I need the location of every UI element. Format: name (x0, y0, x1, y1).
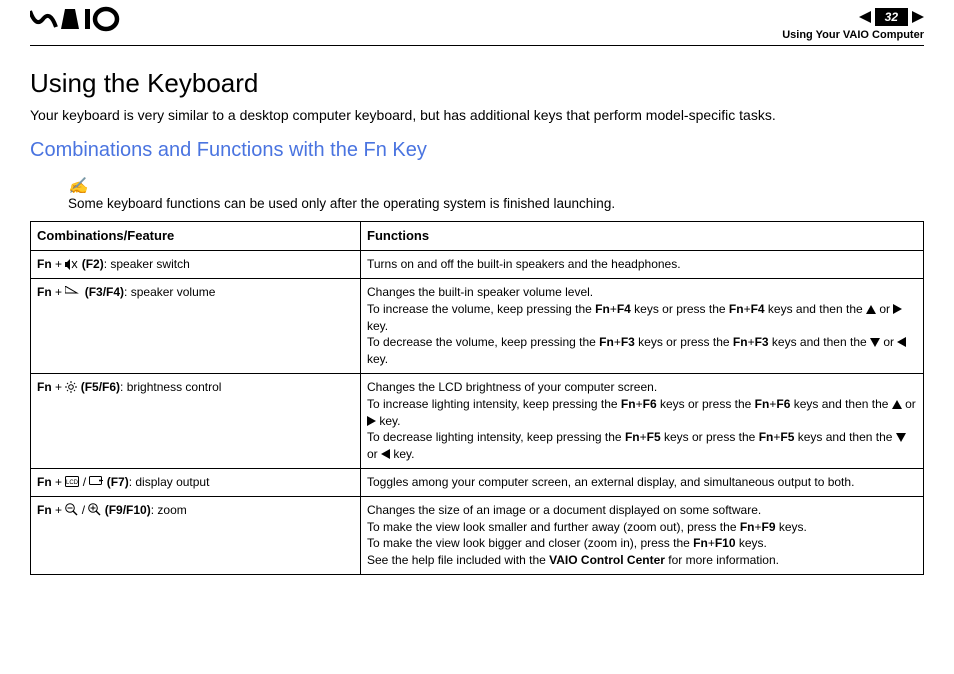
note-text: Some keyboard functions can be used only… (68, 196, 924, 211)
function-cell: Changes the size of an image or a docume… (361, 496, 924, 574)
vaio-logo (30, 6, 120, 40)
prev-page-icon[interactable] (859, 11, 871, 23)
page-title: Using the Keyboard (30, 68, 924, 99)
page-number: 32 (875, 8, 908, 26)
volume-icon (65, 286, 81, 299)
arrow-right-icon (893, 304, 902, 314)
table-row: Fn + (F5/F6): brightness control Changes… (31, 373, 924, 468)
feature-cell: Fn + (F5/F6): brightness control (31, 373, 361, 468)
function-cell: Changes the LCD brightness of your compu… (361, 373, 924, 468)
function-cell: Toggles among your computer screen, an e… (361, 468, 924, 496)
table-header-combinations: Combinations/Feature (31, 222, 361, 251)
table-row: Fn + / (F9/F10): zoom Changes the size o… (31, 496, 924, 574)
external-display-icon (89, 476, 103, 489)
feature-cell: Fn + LCD / (F7): display output (31, 468, 361, 496)
feature-cell: Fn + (F2): speaker switch (31, 251, 361, 279)
function-cell: Changes the built-in speaker volume leve… (361, 278, 924, 373)
mute-icon (65, 259, 78, 272)
arrow-up-icon (892, 400, 902, 409)
zoom-out-icon (65, 503, 78, 518)
arrow-down-icon (896, 433, 906, 442)
arrow-up-icon (866, 305, 876, 314)
section-heading: Combinations and Functions with the Fn K… (30, 139, 924, 162)
table-header-functions: Functions (361, 222, 924, 251)
function-cell: Turns on and off the built-in speakers a… (361, 251, 924, 279)
next-page-icon[interactable] (912, 11, 924, 23)
table-row: Fn + LCD / (F7): display output Toggles … (31, 468, 924, 496)
arrow-left-icon (381, 449, 390, 459)
brightness-icon (65, 381, 77, 395)
lcd-icon: LCD (65, 476, 79, 489)
table-row: Fn + (F3/F4): speaker volume Changes the… (31, 278, 924, 373)
feature-cell: Fn + (F3/F4): speaker volume (31, 278, 361, 373)
note-block: ✍ Some keyboard functions can be used on… (68, 176, 924, 211)
vaio-logo-svg (30, 6, 120, 32)
arrow-left-icon (897, 337, 906, 347)
page-header: 32 Using Your VAIO Computer (30, 0, 924, 46)
section-label: Using Your VAIO Computer (782, 29, 924, 41)
zoom-in-icon (88, 503, 101, 518)
arrow-down-icon (870, 338, 880, 347)
note-icon: ✍ (68, 176, 924, 196)
fn-key-table: Combinations/Feature Functions Fn + (F2)… (30, 221, 924, 575)
intro-text: Your keyboard is very similar to a deskt… (30, 107, 924, 123)
svg-text:LCD: LCD (66, 480, 79, 486)
table-row: Fn + (F2): speaker switch Turns on and o… (31, 251, 924, 279)
feature-cell: Fn + / (F9/F10): zoom (31, 496, 361, 574)
page-navigator: 32 (859, 8, 924, 26)
arrow-right-icon (367, 416, 376, 426)
